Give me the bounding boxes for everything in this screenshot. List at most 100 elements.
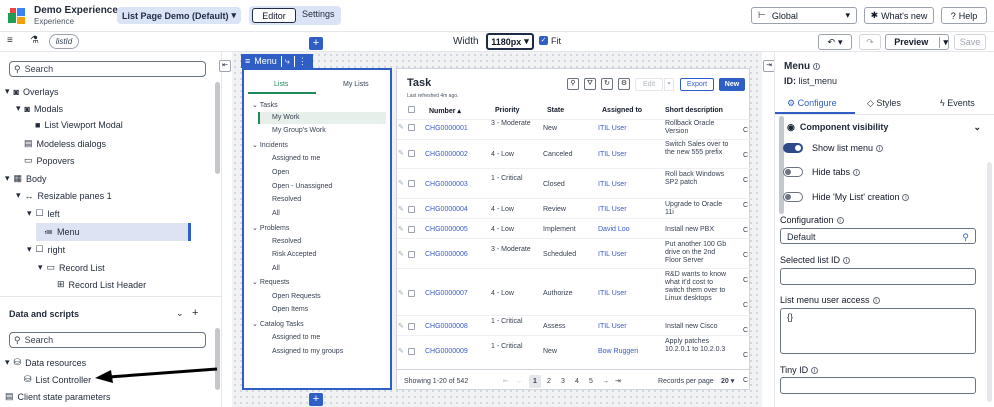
- tree-item-modeless-dialogs[interactable]: ▤ Modeless dialogs: [24, 138, 106, 149]
- whats-new-button[interactable]: ✱ What's new: [864, 7, 934, 24]
- scrollbar[interactable]: [987, 162, 992, 402]
- access-textarea[interactable]: {}: [780, 308, 976, 354]
- list-item[interactable]: Assigned to my groups: [272, 348, 343, 355]
- fit-checkbox[interactable]: ✓: [539, 36, 548, 45]
- row-assigned-link[interactable]: ITIL User: [598, 323, 627, 331]
- tree-item-modals[interactable]: ▾ ◙ Modals: [16, 103, 63, 114]
- list-item[interactable]: Assigned to me: [272, 334, 320, 341]
- tree-item-client-state[interactable]: ▤ Client state parameters: [5, 391, 111, 402]
- row-assigned-link[interactable]: ITIL User: [598, 151, 627, 159]
- last-page-icon[interactable]: ⇥: [615, 378, 621, 386]
- edit-row-icon[interactable]: ✎: [398, 226, 404, 234]
- show-list-menu-toggle[interactable]: [783, 143, 803, 153]
- configuration-input[interactable]: Default ⚲: [780, 228, 976, 244]
- redo-button[interactable]: ↷: [859, 34, 881, 50]
- search-icon[interactable]: ⚲: [567, 78, 579, 90]
- tree-item-record-list-header[interactable]: ⊞ Record List Header: [57, 279, 146, 290]
- edit-row-icon[interactable]: ✎: [398, 150, 404, 158]
- new-button[interactable]: New: [719, 78, 745, 91]
- collapse-icon[interactable]: ⌄: [176, 308, 184, 319]
- info-icon[interactable]: i: [876, 145, 884, 153]
- first-page-icon[interactable]: ⇤: [503, 378, 509, 386]
- row-assigned-link[interactable]: David Loo: [598, 226, 630, 234]
- page-3[interactable]: 3: [561, 378, 565, 386]
- column-header-priority[interactable]: Priority: [495, 107, 520, 114]
- list-item-my-groups-work[interactable]: My Group's Work: [272, 127, 326, 134]
- list-item[interactable]: All: [272, 210, 280, 217]
- column-header-state[interactable]: State: [547, 107, 564, 114]
- group-incidents[interactable]: ⌄ Incidents: [252, 141, 288, 149]
- list-item[interactable]: Resolved: [272, 238, 301, 245]
- tree-item-record-list[interactable]: ▾ ▭ Record List: [38, 262, 105, 273]
- list-item[interactable]: All: [272, 265, 280, 272]
- help-button[interactable]: ? Help: [941, 7, 987, 24]
- row-number-link[interactable]: CHG0000001: [425, 125, 468, 133]
- link-icon[interactable]: ⤷: [280, 55, 290, 67]
- row-number-link[interactable]: CHG0000006: [425, 251, 468, 259]
- row-checkbox[interactable]: [408, 290, 415, 297]
- tab-styles[interactable]: ◇ Styles: [867, 98, 901, 109]
- page-4[interactable]: 4: [575, 378, 579, 386]
- info-icon[interactable]: i: [836, 217, 844, 225]
- row-checkbox[interactable]: [408, 251, 415, 258]
- edit-row-icon[interactable]: ✎: [398, 180, 404, 188]
- info-icon[interactable]: i: [902, 194, 910, 202]
- tab-events[interactable]: ϟ Events: [940, 98, 975, 108]
- row-checkbox[interactable]: [408, 150, 415, 157]
- row-checkbox[interactable]: [408, 348, 415, 355]
- row-number-link[interactable]: CHG0000003: [425, 181, 468, 189]
- collapse-left-panel-icon[interactable]: ⇤: [219, 60, 231, 72]
- info-icon[interactable]: i: [813, 62, 821, 70]
- add-above-button[interactable]: +: [309, 37, 323, 50]
- list-item-my-work[interactable]: My Work: [272, 114, 299, 121]
- info-icon[interactable]: i: [843, 257, 851, 265]
- row-number-link[interactable]: CHG0000004: [425, 206, 468, 214]
- records-per-page-select[interactable]: 20 ▾: [721, 378, 734, 386]
- component-visibility-header[interactable]: ◉ Component visibility ⌄: [781, 118, 994, 136]
- list-item[interactable]: Open: [272, 169, 289, 176]
- edit-row-icon[interactable]: ✎: [398, 124, 404, 132]
- column-header-number[interactable]: Number ▴: [429, 107, 461, 115]
- scrollbar[interactable]: [215, 82, 220, 174]
- more-icon[interactable]: ⋮: [293, 55, 307, 67]
- edit-row-icon[interactable]: ✎: [398, 206, 404, 214]
- component-tab[interactable]: ≡ Menu ⤷ ⋮: [241, 54, 313, 68]
- tree-search[interactable]: ⚲ Search: [9, 61, 206, 77]
- tree-item-right[interactable]: ▾ ☐ right: [27, 244, 65, 255]
- row-checkbox[interactable]: [408, 323, 415, 330]
- row-checkbox[interactable]: [408, 206, 415, 213]
- tab-configure[interactable]: ⚙ Configure: [787, 98, 837, 109]
- row-assigned-link[interactable]: ITIL User: [598, 290, 627, 298]
- menu-icon[interactable]: ≡: [7, 35, 13, 46]
- list-item[interactable]: Open Items: [272, 306, 308, 313]
- row-assigned-link[interactable]: ITIL User: [598, 125, 627, 133]
- info-icon[interactable]: i: [811, 367, 819, 375]
- row-assigned-link[interactable]: ITIL User: [598, 251, 627, 259]
- prev-page-icon[interactable]: ←: [516, 378, 523, 386]
- row-number-link[interactable]: CHG0000008: [425, 323, 468, 331]
- row-checkbox[interactable]: [408, 124, 415, 131]
- scope-select[interactable]: ⊢ Global ▾: [751, 7, 857, 24]
- row-number-link[interactable]: CHG0000002: [425, 151, 468, 159]
- list-item[interactable]: Resolved: [272, 196, 301, 203]
- row-number-link[interactable]: CHG0000007: [425, 290, 468, 298]
- tree-item-list-controller[interactable]: ⛁ List Controller: [24, 374, 91, 385]
- edit-row-icon[interactable]: ✎: [398, 251, 404, 259]
- tree-item-body[interactable]: ▾ ▦ Body: [5, 173, 47, 184]
- row-number-link[interactable]: CHG0000009: [425, 348, 468, 356]
- add-icon[interactable]: +: [192, 307, 198, 319]
- tree-item-resizable-panes[interactable]: ▾ ↔ Resizable panes 1: [16, 190, 112, 201]
- tree-item-list-viewport-modal[interactable]: ■ List Viewport Modal: [35, 120, 123, 130]
- save-button[interactable]: Save: [954, 34, 986, 50]
- add-below-button[interactable]: +: [309, 393, 323, 406]
- group-problems[interactable]: ⌄ Problems: [252, 224, 289, 232]
- row-checkbox[interactable]: [408, 226, 415, 233]
- page-2[interactable]: 2: [547, 378, 551, 386]
- row-assigned-link[interactable]: ITIL User: [598, 181, 627, 189]
- list-item[interactable]: Open Requests: [272, 293, 321, 300]
- edit-row-icon[interactable]: ✎: [398, 323, 404, 331]
- selected-list-input[interactable]: [780, 268, 976, 285]
- column-header-description[interactable]: Short description: [665, 107, 723, 114]
- page-select[interactable]: List Page Demo (Default) ▾: [117, 7, 241, 24]
- tab-my-lists[interactable]: My Lists: [343, 81, 369, 88]
